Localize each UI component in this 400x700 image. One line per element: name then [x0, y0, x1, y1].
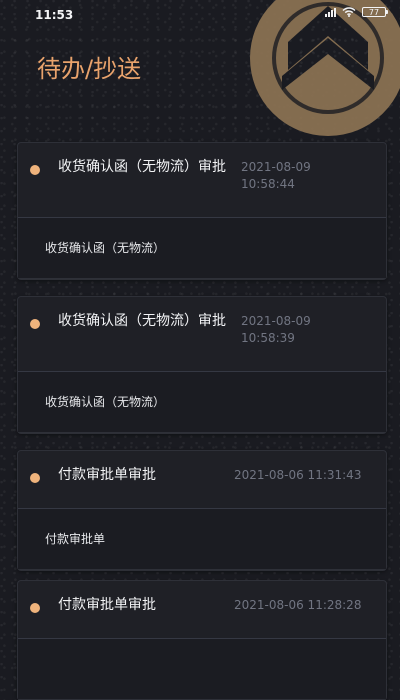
status-bar: 11:53 77	[0, 0, 400, 32]
task-title: 收货确认函（无物流）审批	[58, 159, 226, 175]
task-time: 2021-08-06 11:28:28	[234, 598, 362, 612]
task-title: 付款审批单审批	[58, 467, 156, 483]
task-card-content[interactable]: 收货确认函（无物流）	[18, 372, 386, 432]
task-card[interactable]: 付款审批单审批 2021-08-06 11:28:28	[17, 580, 387, 700]
task-time: 2021-08-09 10:58:39	[241, 313, 361, 347]
battery-icon: 77	[362, 7, 388, 17]
task-time: 2021-08-09 10:58:44	[241, 159, 361, 193]
page-title: 待办/抄送	[37, 55, 142, 83]
task-title: 收货确认函（无物流）审批	[58, 313, 226, 329]
task-card-header[interactable]: 收货确认函（无物流）审批 2021-08-09 10:58:39	[18, 297, 386, 372]
task-content: 付款审批单	[45, 532, 106, 546]
task-time: 2021-08-06 11:31:43	[234, 468, 362, 482]
task-card[interactable]: 收货确认函（无物流）审批 2021-08-09 10:58:39 收货确认函（无…	[17, 296, 387, 433]
task-card[interactable]: 收货确认函（无物流）审批 2021-08-09 10:58:44 收货确认函（无…	[17, 142, 387, 279]
task-card-header[interactable]: 收货确认函（无物流）审批 2021-08-09 10:58:44	[18, 143, 386, 218]
task-card-header[interactable]: 付款审批单审批 2021-08-06 11:28:28	[18, 581, 386, 639]
task-clock: 10:58:44	[241, 177, 295, 191]
battery-level: 77	[368, 8, 380, 17]
task-date: 2021-08-09	[241, 314, 311, 328]
task-card-header[interactable]: 付款审批单审批 2021-08-06 11:31:43	[18, 451, 386, 509]
signal-icon	[325, 7, 336, 17]
task-card[interactable]: 付款审批单审批 2021-08-06 11:31:43 付款审批单	[17, 450, 387, 570]
task-content: 收货确认函（无物流）	[45, 395, 166, 409]
task-card-content[interactable]: 付款审批单	[18, 509, 386, 569]
wifi-icon	[342, 7, 356, 17]
task-card-content[interactable]: 收货确认函（无物流）	[18, 218, 386, 278]
status-icons: 77	[325, 7, 388, 17]
task-title: 付款审批单审批	[58, 597, 156, 613]
status-time: 11:53	[35, 8, 74, 22]
task-date: 2021-08-09	[241, 160, 311, 174]
task-clock: 10:58:39	[241, 331, 295, 345]
task-card-content[interactable]	[18, 639, 386, 699]
task-content: 收货确认函（无物流）	[45, 241, 166, 255]
